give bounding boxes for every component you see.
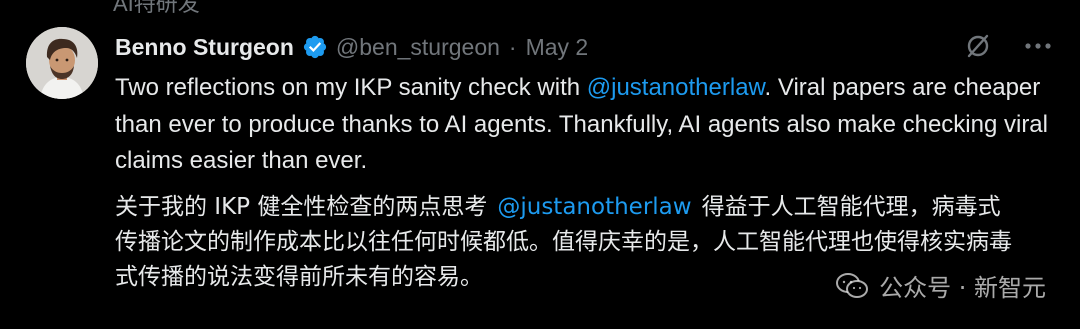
tweet-header: Benno Sturgeon @ben_sturgeon · May 2 [115,30,588,64]
mention-link[interactable]: @justanotherlaw [497,194,691,220]
wechat-logo-icon [835,271,869,301]
grok-icon[interactable] [962,30,994,62]
author-handle[interactable]: @ben_sturgeon [336,34,500,61]
watermark: 公众号 · 新智元 [835,268,1046,303]
tweet-text-part: Two reflections on my IKP sanity check w… [115,74,587,101]
verified-badge-icon[interactable] [302,34,328,60]
tweet-header-actions [962,30,1054,62]
tweet-text: Two reflections on my IKP sanity check w… [115,70,1060,180]
previous-tweet-cutoff-text: AI特研发 [113,0,200,16]
more-horizontal-icon[interactable] [1022,30,1054,62]
watermark-text: 公众号 · 新智元 [879,274,1046,302]
avatar[interactable] [26,27,98,99]
author-name[interactable]: Benno Sturgeon [115,34,294,61]
mention-link[interactable]: @justanotherlaw [587,74,765,101]
header-separator: · [508,33,517,60]
translation-text-part: 关于我的 IKP 健全性检查的两点思考 [115,194,488,220]
tweet-date[interactable]: May 2 [526,34,589,61]
